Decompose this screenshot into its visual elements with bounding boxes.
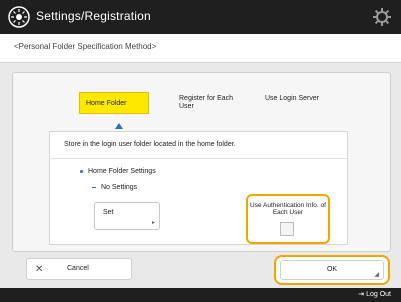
gear-icon[interactable] xyxy=(371,6,393,28)
corner-check-icon: ◢ xyxy=(374,272,379,278)
no-settings-label: No Settings xyxy=(101,184,138,191)
logout-label: Log Out xyxy=(366,291,391,298)
selection-pointer-icon xyxy=(115,123,123,129)
cancel-label: Cancel xyxy=(67,265,89,272)
home-folder-settings-heading: Home Folder Settings xyxy=(80,168,156,175)
home-folder-details: Store in the login user folder located i… xyxy=(49,131,348,245)
action-bar: ✕ Cancel OK ◢ xyxy=(0,252,401,286)
ok-highlight: OK ◢ xyxy=(274,255,390,285)
ok-label: OK xyxy=(326,266,338,273)
corner-arrow-icon: ▸ xyxy=(151,220,155,226)
option-use-login-server[interactable]: Use Login Server xyxy=(259,92,329,114)
dash-icon xyxy=(92,186,96,188)
cancel-button[interactable]: ✕ Cancel xyxy=(26,258,132,280)
set-button[interactable]: Set ▸ xyxy=(94,202,160,230)
use-auth-info-option[interactable]: Use Authentication Info. of Each User xyxy=(246,194,330,244)
option-register-each-user[interactable]: Register for Each User xyxy=(173,92,243,114)
settings-app-icon xyxy=(8,6,30,28)
breadcrumb: <Personal Folder Specification Method> xyxy=(14,42,157,51)
use-auth-info-checkbox[interactable] xyxy=(280,222,294,236)
title-bar: Settings/Registration xyxy=(0,0,401,34)
home-folder-settings-status: No Settings xyxy=(92,184,137,191)
bullet-icon xyxy=(80,169,83,173)
method-description: Store in the login user folder located i… xyxy=(64,141,236,148)
status-footer: ⇥ Log Out xyxy=(0,288,401,302)
logout-icon: ⇥ xyxy=(358,291,367,298)
close-icon: ✕ xyxy=(35,264,44,275)
breadcrumb-bar: <Personal Folder Specification Method> xyxy=(0,34,401,63)
home-folder-settings-label: Home Folder Settings xyxy=(88,168,156,175)
logout-button[interactable]: ⇥ Log Out xyxy=(358,290,391,298)
option-home-folder[interactable]: Home Folder xyxy=(79,92,149,114)
set-button-label: Set xyxy=(103,209,114,216)
divider xyxy=(50,158,347,159)
use-auth-info-label: Use Authentication Info. of Each User xyxy=(250,202,326,216)
window-title: Settings/Registration xyxy=(36,9,151,23)
ok-button[interactable]: OK ◢ xyxy=(280,260,384,280)
method-panel: Home Folder Register for Each User Use L… xyxy=(12,72,391,252)
